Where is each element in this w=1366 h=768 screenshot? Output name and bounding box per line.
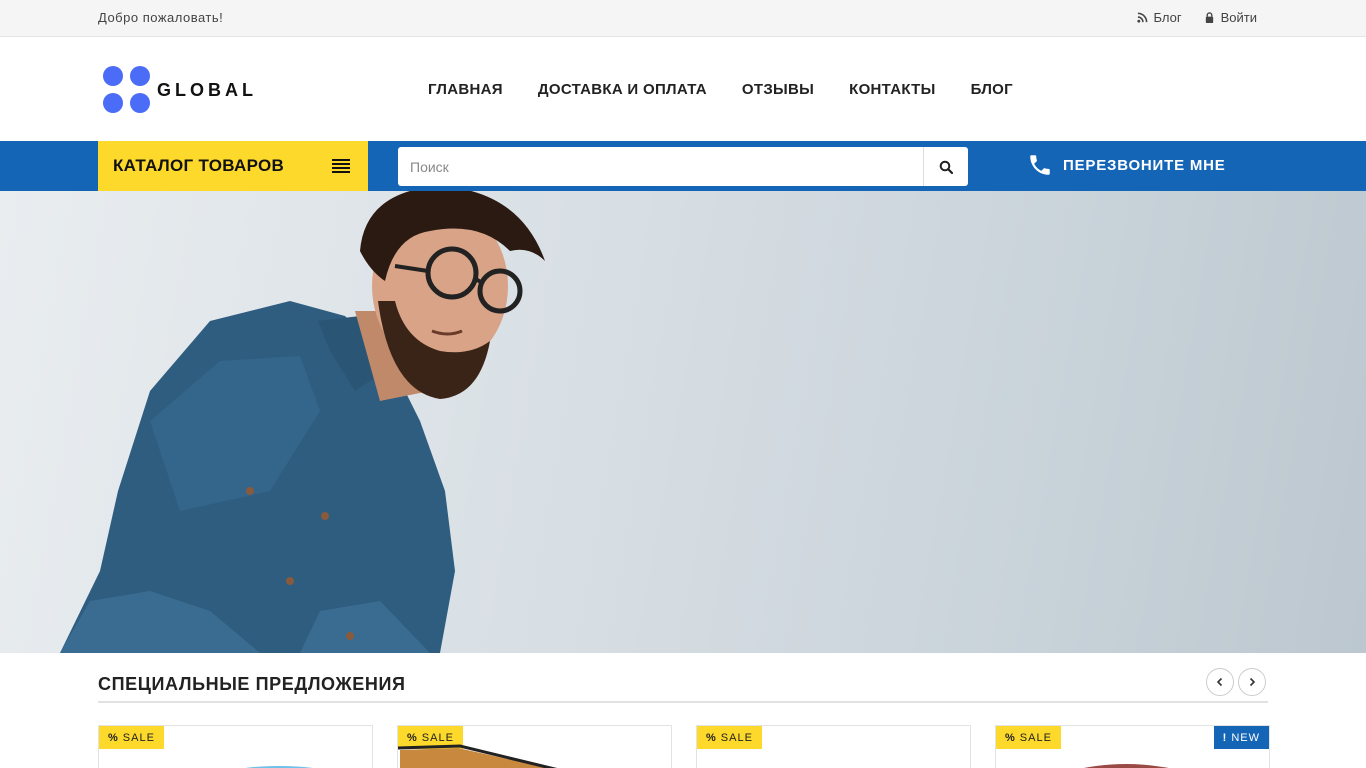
callback-button[interactable]: ПЕРЕЗВОНИТЕ МНЕ <box>1027 152 1226 178</box>
product-image <box>1083 764 1169 768</box>
nav-item-blog[interactable]: БЛОГ <box>971 81 1013 98</box>
search-icon <box>939 160 953 174</box>
logo-wordmark: GLOBAL <box>157 79 257 100</box>
nav-item-delivery[interactable]: ДОСТАВКА И ОПЛАТА <box>538 81 707 98</box>
percent-icon: % <box>706 731 717 744</box>
top-bar: Добро пожаловать! Блог Войти <box>0 0 1366 37</box>
toolbar: КАТАЛОГ ТОВАРОВ ПЕРЕЗВОНИТЕ МНЕ <box>0 141 1366 191</box>
logo-dots-icon <box>103 66 151 114</box>
blog-link-label: Блог <box>1153 10 1182 25</box>
login-link[interactable]: Войти <box>1204 10 1257 25</box>
sale-badge: % SALE <box>697 726 762 749</box>
search-input[interactable] <box>398 147 923 186</box>
product-card[interactable]: % SALE ! NEW <box>995 725 1270 768</box>
rss-icon <box>1136 12 1147 23</box>
section-title: СПЕЦИАЛЬНЫЕ ПРЕДЛОЖЕНИЯ <box>98 674 406 694</box>
nav-item-reviews[interactable]: ОТЗЫВЫ <box>742 81 814 98</box>
hero-image <box>60 191 545 653</box>
carousel-prev-button[interactable] <box>1206 668 1234 696</box>
section-divider <box>98 701 1268 703</box>
top-links: Блог Войти <box>1136 10 1257 25</box>
search-button[interactable] <box>923 147 968 186</box>
product-image <box>245 766 313 768</box>
phone-icon <box>1030 155 1050 175</box>
product-card[interactable]: % SALE <box>696 725 971 768</box>
callback-label: ПЕРЕЗВОНИТЕ МНЕ <box>1063 156 1226 174</box>
hero-banner[interactable] <box>0 191 1366 653</box>
main-nav: ГЛАВНАЯ ДОСТАВКА И ОПЛАТА ОТЗЫВЫ КОНТАКТ… <box>428 81 1013 98</box>
blog-link[interactable]: Блог <box>1136 10 1182 25</box>
logo[interactable]: GLOBAL <box>103 66 257 114</box>
login-link-label: Войти <box>1220 10 1257 25</box>
product-card[interactable]: % SALE <box>98 725 373 768</box>
menu-icon <box>332 159 350 173</box>
lock-icon <box>1205 12 1213 23</box>
carousel-next-button[interactable] <box>1238 668 1266 696</box>
product-image <box>398 744 557 768</box>
catalog-button[interactable]: КАТАЛОГ ТОВАРОВ <box>98 141 368 191</box>
sale-badge-label: SALE <box>720 731 753 744</box>
chevron-left-icon <box>1216 677 1223 687</box>
catalog-label: КАТАЛОГ ТОВАРОВ <box>113 156 285 175</box>
product-card[interactable]: % SALE <box>397 725 672 768</box>
chevron-right-icon <box>1249 677 1256 687</box>
search-box <box>398 147 968 186</box>
nav-item-home[interactable]: ГЛАВНАЯ <box>428 81 503 98</box>
site-header: GLOBAL ГЛАВНАЯ ДОСТАВКА И ОПЛАТА ОТЗЫВЫ … <box>0 37 1366 141</box>
welcome-text: Добро пожаловать! <box>98 10 224 25</box>
nav-item-contacts[interactable]: КОНТАКТЫ <box>849 81 935 98</box>
